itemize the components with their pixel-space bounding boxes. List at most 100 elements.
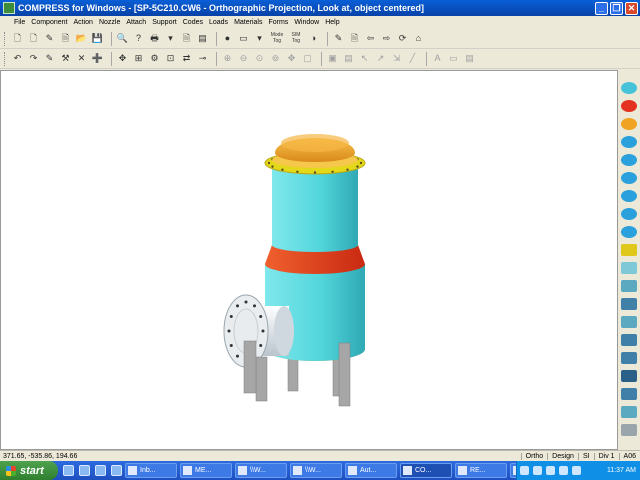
restore-button[interactable]: ❐	[610, 1, 623, 15]
color-box-icon[interactable]: ▭	[237, 32, 250, 45]
quicklaunch-folder-icon[interactable]	[111, 465, 122, 476]
connect-icon[interactable]: ⇄	[180, 52, 193, 65]
menu-nozzle[interactable]: Nozzle	[99, 19, 120, 26]
pencil-icon[interactable]: ✎	[43, 32, 56, 45]
dropdown-icon[interactable]: ▾	[253, 32, 266, 45]
menu-materials[interactable]: Materials	[234, 19, 262, 26]
skirt-icon[interactable]	[621, 280, 637, 292]
ladder-icon[interactable]	[621, 370, 637, 382]
toolbar-grip[interactable]	[4, 51, 7, 66]
sim-toggle-icon[interactable]: SIM Tog	[288, 32, 304, 45]
view-side-icon[interactable]: ▤	[342, 52, 355, 65]
refresh-icon[interactable]: ⟳	[396, 32, 409, 45]
liquid-icon[interactable]	[621, 424, 637, 436]
quicklaunch-media-icon[interactable]	[95, 465, 106, 476]
undo-icon[interactable]: ↶	[11, 52, 24, 65]
menu-action[interactable]: Action	[73, 19, 92, 26]
close-button[interactable]: ✕	[625, 1, 638, 15]
ring-flange-icon[interactable]	[621, 244, 637, 256]
taskbar-button[interactable]: \\W...	[290, 463, 342, 478]
leg-front-right[interactable]	[338, 342, 351, 407]
tool-icon[interactable]: ⚒	[59, 52, 72, 65]
doc-icon[interactable]: 🗎	[348, 32, 361, 45]
reducer-icon[interactable]	[621, 226, 637, 238]
leg-support-icon[interactable]	[621, 298, 637, 310]
vessel-3d-model[interactable]	[1, 71, 617, 449]
tray-volume-icon[interactable]	[533, 466, 542, 475]
pan-icon[interactable]: ✥	[285, 52, 298, 65]
find-icon[interactable]: 🔍	[116, 32, 129, 45]
cone-component-icon[interactable]	[621, 100, 637, 112]
save-icon[interactable]: 💾	[91, 32, 104, 45]
menu-help[interactable]: Help	[325, 19, 339, 26]
taskbar-button[interactable]: CO...	[400, 463, 452, 478]
globe-icon[interactable]: ●	[221, 32, 234, 45]
menu-codes[interactable]: Codes	[183, 19, 203, 26]
zoom-out-icon[interactable]: ⊖	[237, 52, 250, 65]
minimize-button[interactable]: _	[595, 1, 608, 15]
label-icon[interactable]: ▭	[447, 52, 460, 65]
edit-icon[interactable]: ✎	[43, 52, 56, 65]
flange-icon[interactable]: ⚙	[148, 52, 161, 65]
tray-app2-icon[interactable]	[572, 466, 581, 475]
new-document-icon[interactable]: 🗋	[11, 32, 24, 45]
leg-front-left[interactable]	[255, 356, 268, 402]
model-viewport[interactable]	[0, 70, 618, 450]
pdf-icon[interactable]: ▤	[196, 32, 209, 45]
menu-support[interactable]: Support	[152, 19, 177, 26]
saddle-icon[interactable]	[621, 316, 637, 328]
jacket-icon[interactable]	[621, 388, 637, 400]
pipe-icon[interactable]: ⊸	[196, 52, 209, 65]
print-icon[interactable]: 🖶	[148, 32, 161, 45]
delete-icon[interactable]: ✕	[75, 52, 88, 65]
line-icon[interactable]: ╱	[406, 52, 419, 65]
nozzle-icon[interactable]: ⊡	[164, 52, 177, 65]
dropdown-icon[interactable]: ▾	[164, 32, 177, 45]
weld-icon[interactable]: ◑	[307, 32, 320, 45]
torispherical-head-icon[interactable]	[621, 154, 637, 166]
cylinder-component-icon[interactable]	[621, 82, 637, 94]
start-button[interactable]: start	[0, 461, 58, 480]
grid-icon[interactable]: ⊞	[132, 52, 145, 65]
flat-head-icon[interactable]	[621, 172, 637, 184]
insert-icon[interactable]: ➕	[91, 52, 104, 65]
move-icon[interactable]: ✥	[116, 52, 129, 65]
taskbar-button[interactable]: Aut...	[345, 463, 397, 478]
sphere-component-icon[interactable]	[621, 190, 637, 202]
view-front-icon[interactable]: ▢	[301, 52, 314, 65]
tray-network-icon[interactable]	[520, 466, 529, 475]
dim-icon[interactable]: ⇲	[390, 52, 403, 65]
view-top-icon[interactable]: ▣	[326, 52, 339, 65]
taskbar-button[interactable]: ME...	[180, 463, 232, 478]
elliptical-head-icon[interactable]	[621, 136, 637, 148]
menu-file[interactable]: File	[14, 19, 25, 26]
menu-window[interactable]: Window	[294, 19, 319, 26]
print-preview-icon[interactable]: 🗎	[180, 32, 193, 45]
back-icon[interactable]: ⇦	[364, 32, 377, 45]
taskbar-button[interactable]: \\W...	[235, 463, 287, 478]
menu-attach[interactable]: Attach	[126, 19, 146, 26]
rotate-x-icon[interactable]: ↖	[358, 52, 371, 65]
quicklaunch-desktop-icon[interactable]	[79, 465, 90, 476]
home-icon[interactable]: ⌂	[412, 32, 425, 45]
pen-icon[interactable]: ✎	[332, 32, 345, 45]
platform-icon[interactable]	[621, 352, 637, 364]
settings-icon[interactable]: ▤	[463, 52, 476, 65]
menu-component[interactable]: Component	[31, 19, 67, 26]
quicklaunch-ie-icon[interactable]	[63, 465, 74, 476]
taskbar-button[interactable]: RE...	[455, 463, 507, 478]
nozzle-icon[interactable]	[621, 262, 637, 274]
lug-icon[interactable]	[621, 334, 637, 346]
document-icon[interactable]: 🗋	[27, 32, 40, 45]
toolbar-grip[interactable]	[4, 31, 7, 46]
head-component-icon[interactable]	[621, 118, 637, 130]
menu-loads[interactable]: Loads	[209, 19, 228, 26]
help-icon[interactable]: ?	[132, 32, 145, 45]
leg-front-left-outer[interactable]	[243, 340, 257, 394]
body-flange-icon[interactable]	[621, 208, 637, 220]
forward-icon[interactable]: ⇨	[380, 32, 393, 45]
taskbar-button[interactable]: Inb...	[125, 463, 177, 478]
tray-app-icon[interactable]	[559, 466, 568, 475]
rotate-y-icon[interactable]: ↗	[374, 52, 387, 65]
zoom-fit-icon[interactable]: ⊚	[269, 52, 282, 65]
